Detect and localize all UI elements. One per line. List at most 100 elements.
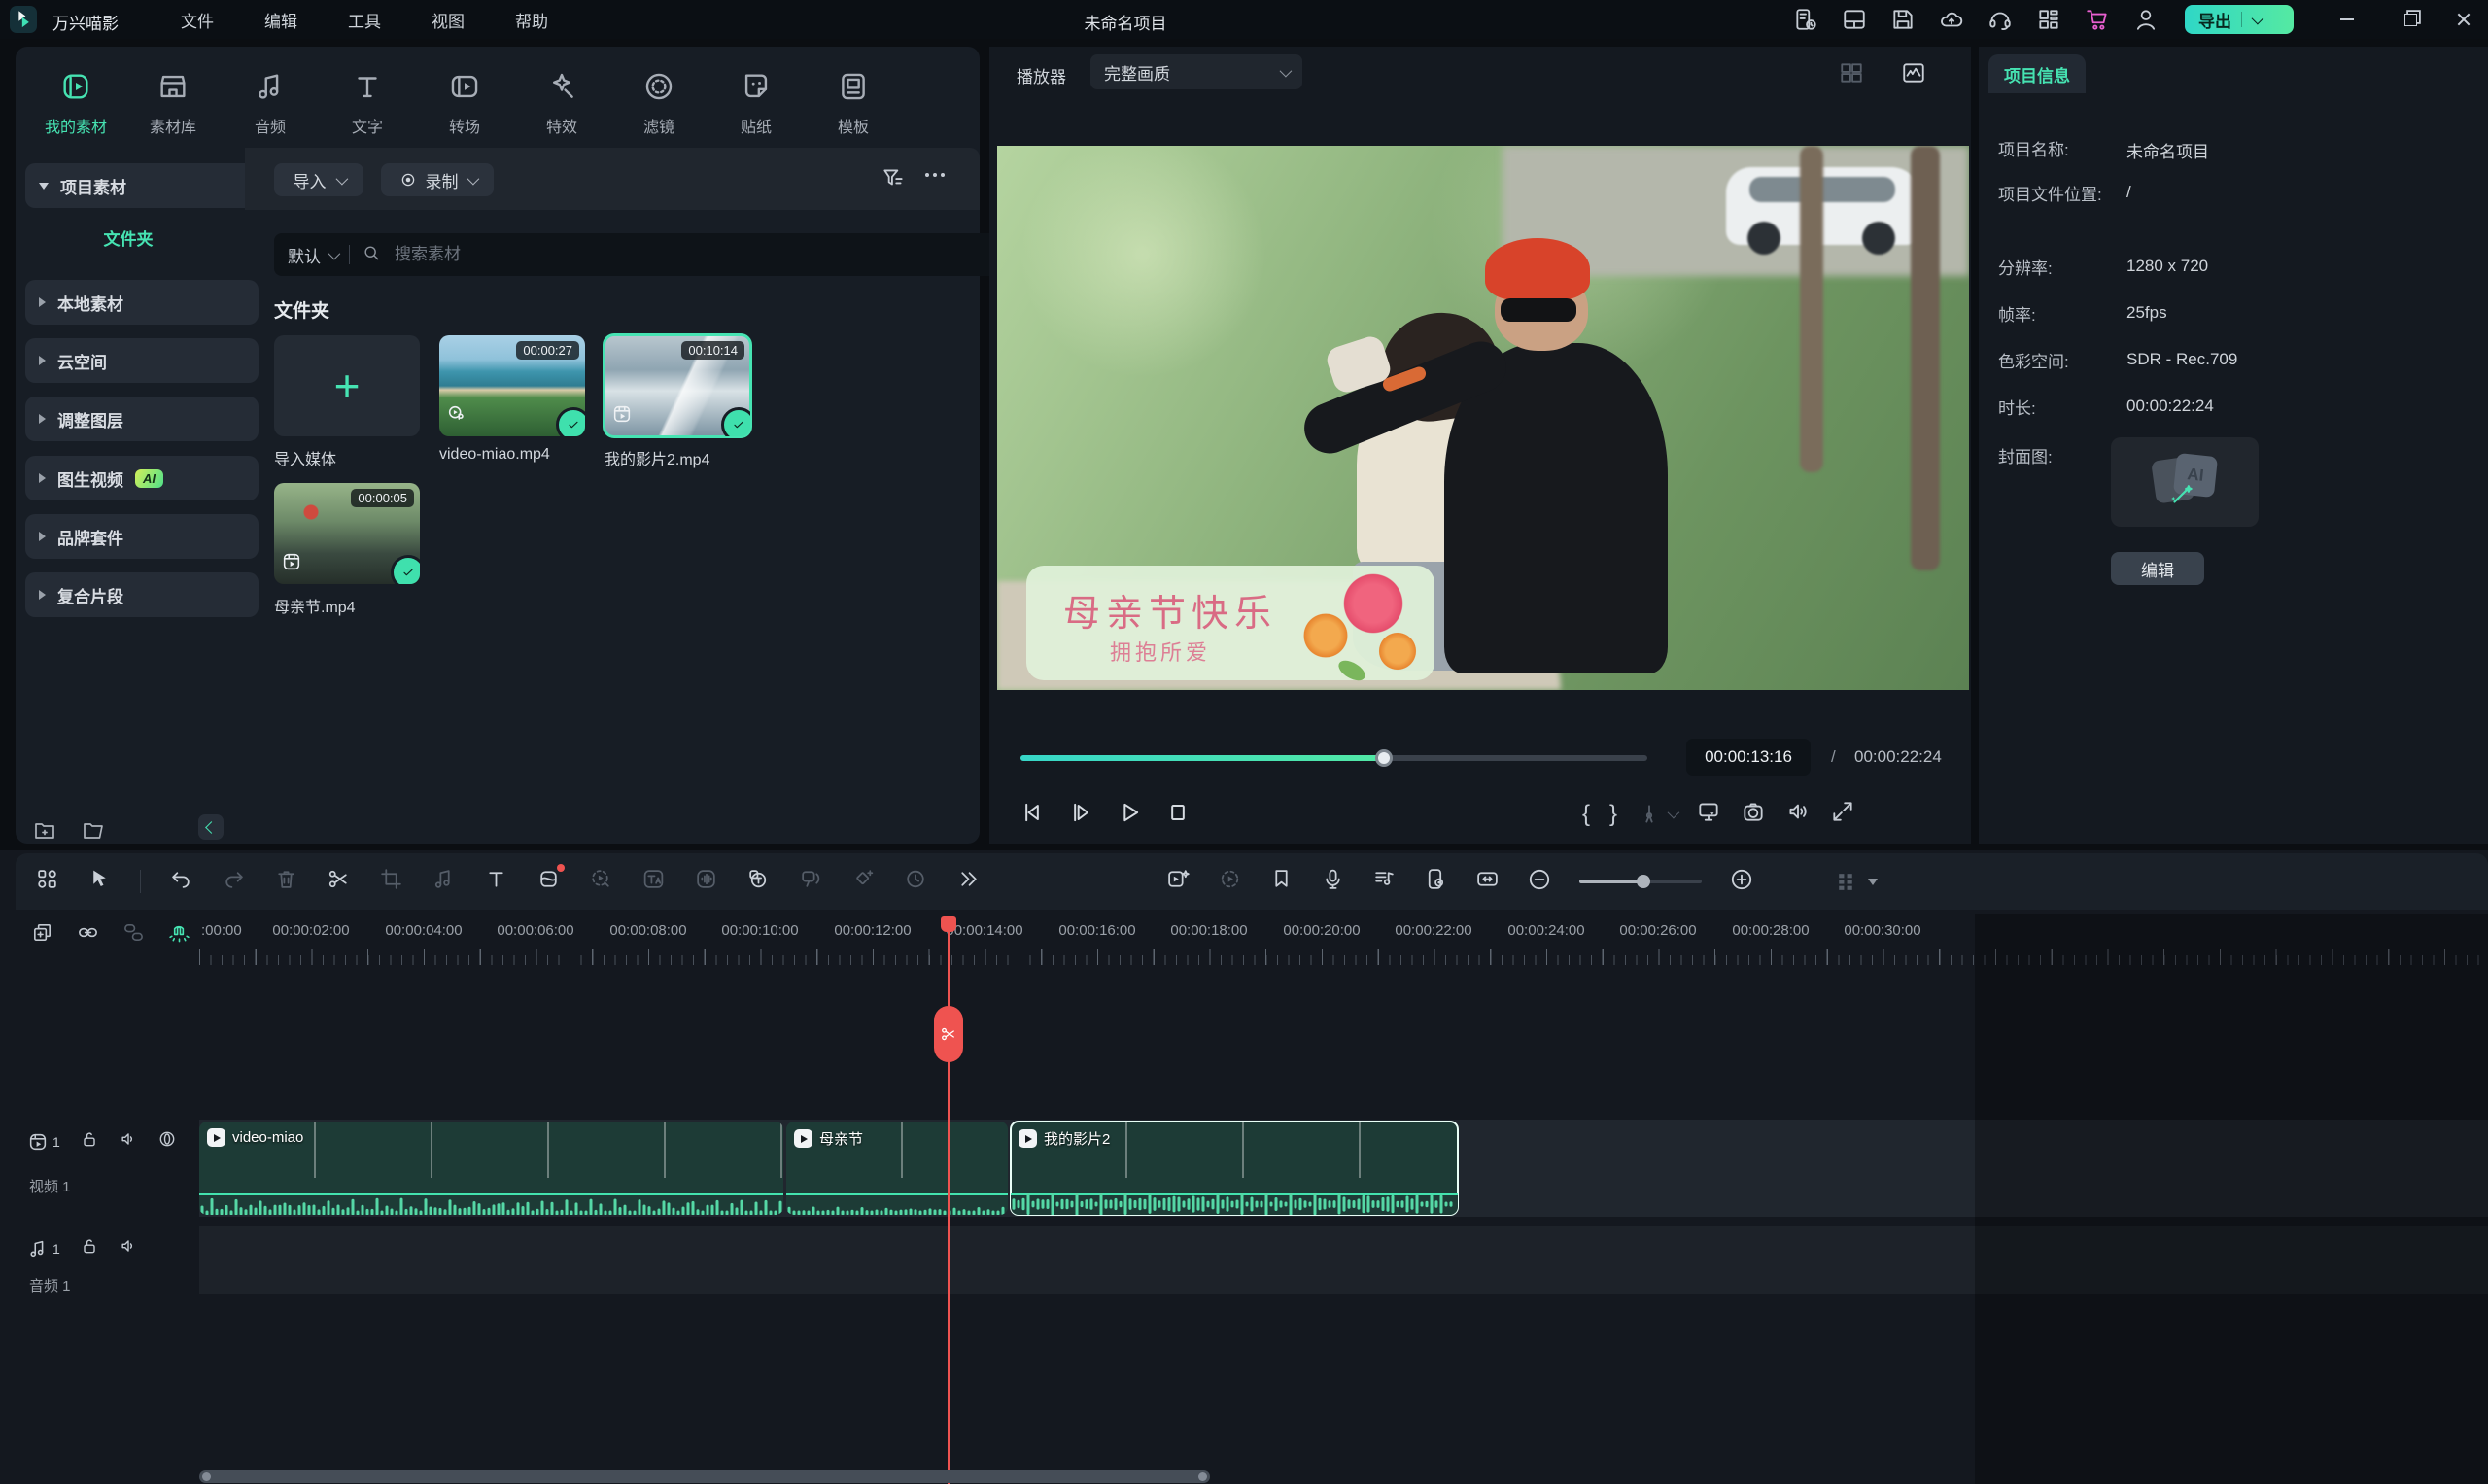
marker-icon[interactable] [1269,867,1294,896]
zoom-out-icon[interactable] [1527,867,1552,897]
timeline-zoom-slider[interactable] [1579,880,1702,883]
clip-play-icon[interactable] [207,1128,225,1147]
timeline-clip-my-movie2[interactable]: 我的影片2 [1011,1122,1458,1215]
redo-icon[interactable] [222,867,246,896]
menu-file[interactable]: 文件 [156,8,239,32]
sort-dropdown[interactable]: 默认 [288,243,337,267]
unlink-clips-icon[interactable] [122,921,145,949]
media-card-my-movie2[interactable]: 00:10:14 我的影片2.mp4 [605,335,750,469]
split-scissors-icon[interactable] [327,867,351,896]
snap-magnet-icon[interactable] [168,921,190,949]
new-folder-icon[interactable] [33,818,56,846]
tab-text[interactable]: 文字 [321,70,414,137]
menu-edit[interactable]: 编辑 [239,8,323,32]
volume-icon[interactable] [1785,799,1811,829]
select-tool-icon[interactable] [87,867,112,896]
search-bar[interactable]: 默认 [274,233,999,276]
ai-text-icon[interactable] [641,867,666,896]
seek-knob[interactable] [1375,749,1393,767]
multiview-icon[interactable] [1839,60,1864,90]
mark-in-icon[interactable]: { [1582,801,1590,828]
close-button[interactable] [2445,8,2480,31]
screen-record-icon[interactable] [1424,867,1448,896]
scopes-icon[interactable] [1901,60,1926,90]
crop-icon[interactable] [379,867,403,896]
collapse-arrow-icon[interactable] [39,414,46,424]
video-thumbnail[interactable]: 00:00:27 [439,335,585,436]
audio-denoise-icon[interactable] [694,867,718,896]
add-track-icon[interactable] [31,921,53,949]
tab-filters[interactable]: 滤镜 [612,70,706,137]
track-height-icon[interactable] [1834,870,1878,894]
keyframe-icon[interactable] [851,867,876,896]
timeline-clip-video-miao[interactable]: video-miao [199,1122,783,1215]
search-input[interactable] [393,244,985,265]
seek-bar[interactable] [1020,755,1647,761]
link-clips-icon[interactable] [77,921,99,949]
display-device-icon[interactable] [1696,799,1721,829]
ai-video-enhance-icon[interactable] [1166,867,1191,896]
tab-transitions[interactable]: 转场 [418,70,511,137]
save-icon[interactable] [1890,7,1916,32]
fullscreen-icon[interactable] [1830,799,1855,829]
collapse-arrow-icon[interactable] [39,356,46,365]
account-icon[interactable] [2133,7,2159,32]
clip-play-icon[interactable] [794,1129,812,1148]
preview-render-icon[interactable] [589,867,613,896]
quality-dropdown[interactable]: 完整画质 [1090,54,1302,89]
delete-icon[interactable] [274,867,298,896]
mark-out-icon[interactable]: } [1609,801,1617,828]
speed-icon[interactable] [904,867,928,896]
dashboard-grid-icon[interactable] [2036,7,2061,32]
cover-thumbnail[interactable]: AI [2111,437,2259,527]
snapshot-camera-icon[interactable] [1741,799,1766,829]
more-options-icon[interactable] [925,173,945,177]
sidebar-item-image-to-video[interactable]: 图生视频 AI [25,456,259,500]
menu-help[interactable]: 帮助 [490,8,573,32]
media-card-mothers-day[interactable]: 00:00:05 母亲节.mp4 [274,483,420,617]
media-card-import[interactable]: + 导入媒体 [274,335,420,469]
export-chevron-icon[interactable] [2252,12,2264,24]
lock-track-icon[interactable] [80,1236,99,1260]
collapse-arrow-icon[interactable] [39,297,46,307]
zoom-in-icon[interactable] [1729,867,1754,897]
tab-project-info[interactable]: 项目信息 [1988,54,2086,93]
menu-tools[interactable]: 工具 [323,8,406,32]
previous-frame-icon[interactable] [1019,799,1046,831]
stop-icon[interactable] [1164,799,1192,831]
sidebar-item-folder[interactable]: 文件夹 [25,225,231,250]
playhead-handle[interactable] [941,916,956,932]
mute-track-icon[interactable] [119,1129,138,1154]
import-button[interactable]: 导入 [274,163,363,196]
voiceover-mic-icon[interactable] [1321,867,1345,896]
sidebar-item-adjustment-layer[interactable]: 调整图层 [25,397,259,441]
mute-track-icon[interactable] [119,1236,138,1260]
collapse-arrow-icon[interactable] [39,473,46,483]
sidebar-item-compound-clip[interactable]: 复合片段 [25,572,259,617]
lock-track-icon[interactable] [80,1129,99,1154]
clip-play-icon[interactable] [1019,1129,1037,1148]
marker-dropdown-icon[interactable] [1637,802,1676,827]
timeline-clip-mothers-day[interactable]: 母亲节 [786,1122,1008,1215]
audio-beat-icon[interactable] [432,867,456,896]
video-thumbnail-selected[interactable]: 00:10:14 [605,335,750,436]
collapse-arrow-icon[interactable] [39,590,46,600]
store-cart-icon[interactable] [2085,7,2110,32]
edit-cover-button[interactable]: 编辑 [2111,552,2204,585]
next-frame-icon[interactable] [1067,799,1094,831]
fit-timeline-icon[interactable] [1475,867,1500,896]
sidebar-item-cloud[interactable]: 云空间 [25,338,259,383]
tab-effects[interactable]: 特效 [515,70,608,137]
media-card-video-miao[interactable]: 00:00:27 video-miao.mp4 [439,335,585,464]
minimize-button[interactable] [2328,8,2367,31]
scrollbar-left-handle[interactable] [202,1472,211,1481]
render-preview-icon[interactable] [1218,867,1242,896]
media-templates-icon[interactable] [35,867,59,896]
support-headset-icon[interactable] [1987,7,2013,32]
sidebar-item-project-media[interactable]: 项目素材 [25,163,259,208]
tab-my-media[interactable]: 我的素材 [29,70,122,137]
text-to-speech-icon[interactable] [799,867,823,896]
record-button[interactable]: 录制 [381,163,494,196]
cloud-upload-icon[interactable] [1939,7,1964,32]
maximize-button[interactable] [2391,8,2430,31]
